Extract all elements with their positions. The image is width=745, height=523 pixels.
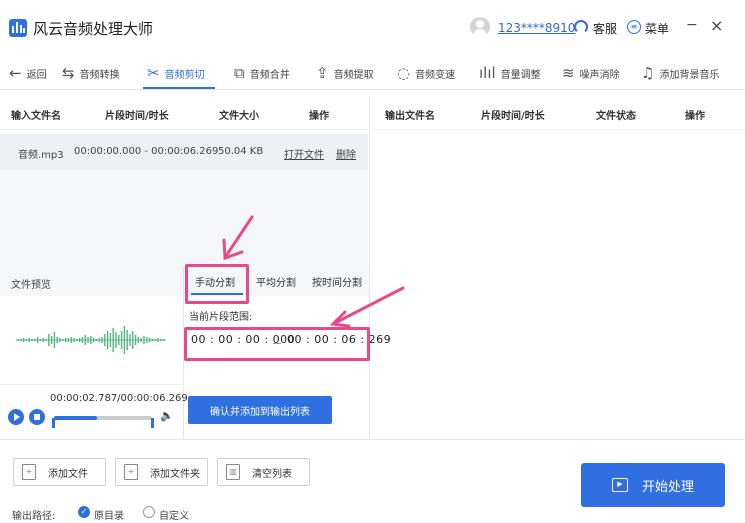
option-original-label: 原目录: [94, 511, 124, 522]
radio-original-dir[interactable]: ✓: [78, 506, 90, 518]
trash-icon: ▥: [226, 464, 240, 480]
annotation-arrow: [224, 215, 254, 258]
radio-custom-dir[interactable]: [143, 506, 155, 518]
start-processing-button[interactable]: ▶ 开始处理: [581, 463, 725, 507]
output-path-label: 输出路径:: [12, 511, 56, 522]
add-file-icon: +: [22, 464, 36, 480]
bottom-divider: [0, 439, 745, 440]
add-folder-button[interactable]: + 添加文件夹: [115, 458, 208, 486]
annotation-arrows: [222, 215, 405, 328]
annotation-arrow: [333, 286, 405, 325]
add-file-button[interactable]: + 添加文件: [13, 458, 106, 486]
option-custom-label: 自定义: [159, 511, 189, 522]
add-folder-icon: +: [124, 464, 138, 480]
start-icon: ▶: [611, 478, 628, 492]
clear-list-button[interactable]: ▥ 清空列表: [217, 458, 310, 486]
